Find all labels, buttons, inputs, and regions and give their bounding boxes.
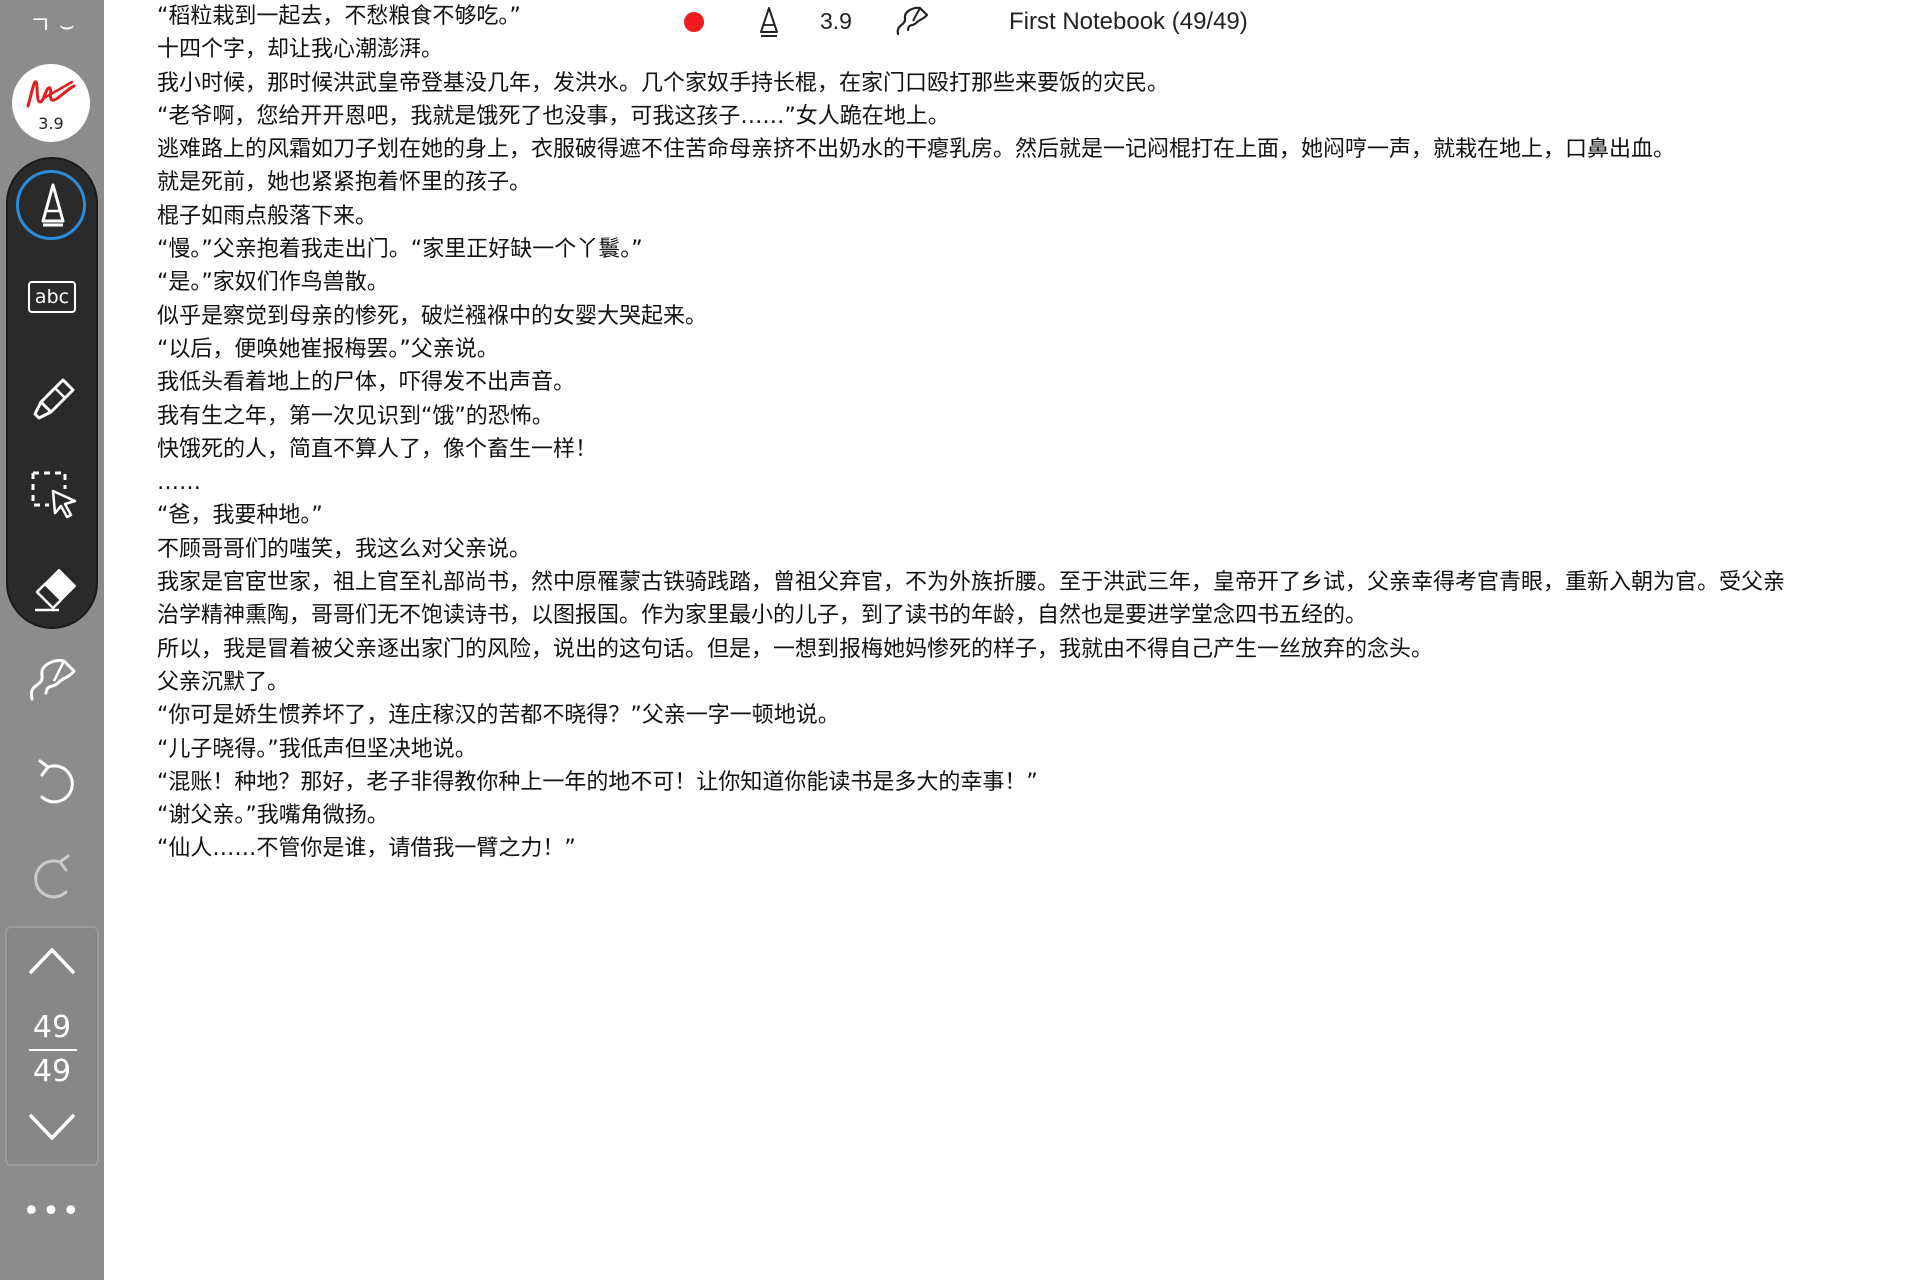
text-line: “慢。”父亲抱着我走出门。“家里正好缺一个丫鬟。” [157,237,643,263]
stroke-style-button[interactable] [12,645,92,725]
text-line: “谢父亲。”我嘴角微扬。 [157,803,389,829]
text-line: 我家是官宦世家，祖上官至礼部尚书，然中原罹蒙古铁骑践踏，曾祖父弃官，不为外族折腰… [157,570,1786,629]
undo-button[interactable] [12,745,92,825]
eraser-icon [35,569,76,612]
text-line: 所以，我是冒着被父亲逐出家门的风险，说出的这句话。但是，一想到报梅她妈惨死的样子… [157,636,1434,662]
pen-preview-button[interactable]: 3.9 [12,64,90,142]
text-line: …… [157,470,201,496]
text-line: “儿子晓得。”我低声但坚决地说。 [157,736,477,762]
redo-button[interactable] [12,840,92,920]
pen-size-label: 3.9 [38,114,64,133]
text-line: “仙人……不管你是谁，请借我一臂之力！” [157,836,576,862]
chevron-up-icon [29,948,75,974]
highlighter-tool-button[interactable] [8,359,100,439]
chevron-down-icon [29,1114,75,1140]
fountain-pen-icon [41,183,65,227]
text-line: 逃难路上的风霜如刀子划在她的身上，衣服破得遮不住苦命母亲挤不出奶水的干瘪乳房。然… [157,137,1676,163]
text-line: “稻粒栽到一起去，不愁粮食不够吃。” [157,4,521,29]
text-line: 不顾哥哥们的嗤笑，我这么对父亲说。 [157,536,532,562]
undo-icon [38,759,74,804]
text-line: 十四个字，却让我心潮澎湃。 [157,37,444,63]
page-divider [29,1049,77,1051]
total-page-number: 49 [32,1054,72,1089]
next-page-button[interactable] [7,1106,97,1156]
current-page-number: 49 [32,1010,72,1045]
text-line: “是。”家奴们作鸟兽散。 [157,270,389,296]
page-navigator: 49 49 [5,926,99,1166]
lasso-select-icon [31,471,77,519]
more-options-button[interactable]: ••• [12,1195,92,1235]
eraser-tool-button[interactable] [8,549,100,629]
redo-icon [34,854,70,899]
left-toolbar: ㄱ ⌣ 3.9 abc 49 49 ••• [0,0,104,1280]
note-app: ㄱ ⌣ 3.9 abc 49 49 ••• 3.9 First Notebook… [0,0,1920,1280]
collapse-toolbar-button[interactable]: ㄱ ⌣ [22,8,82,42]
text-line: “老爷啊，您给开开恩吧，我就是饿死了也没事，可我这孩子……”女人跪在地上。 [157,103,950,129]
lasso-select-tool-button[interactable] [8,454,100,534]
text-line: “你可是娇生惯养坏了，连庄稼汉的苦都不晓得？”父亲一字一顿地说。 [157,703,840,729]
text-line: 似乎是察觉到母亲的惨死，破烂襁褓中的女婴大哭起来。 [157,303,708,329]
text-line: 我有生之年，第一次见识到“饿”的恐怖。 [157,403,554,429]
text-line: 父亲沉默了。 [157,669,290,695]
text-line: 快饿死的人，简直不算人了，像个畜生一样！ [157,436,598,462]
text-line: 我小时候，那时候洪武皇帝登基没几年，发洪水。几个家奴手持长棍，在家门口殴打那些来… [157,70,1170,96]
document-text[interactable]: “稻粒栽到一起去，不愁粮食不够吃。” 十四个字，却让我心潮澎湃。 我小时候，那时… [157,0,1797,866]
text-box-icon: abc [28,281,76,313]
previous-page-button[interactable] [7,938,97,988]
highlighter-icon [33,378,75,420]
ink-scribble-icon [26,80,76,108]
text-tool-button[interactable]: abc [8,259,100,339]
tool-group: abc [6,157,98,629]
pen-tool-button[interactable] [8,166,100,246]
text-line: “爸，我要种地。” [157,503,323,529]
stroke-style-icon [29,659,76,701]
text-line: 就是死前，她也紧紧抱着怀里的孩子。 [157,170,532,196]
text-line: “以后，便唤她崔报梅罢。”父亲说。 [157,336,499,362]
text-line: 棍子如雨点般落下来。 [157,203,378,229]
text-line: 我低头看着地上的尸体，吓得发不出声音。 [157,370,576,396]
text-line: “混账！种地？那好，老子非得教你种上一年的地不可！让你知道你能读书是多大的幸事！… [157,769,1038,795]
